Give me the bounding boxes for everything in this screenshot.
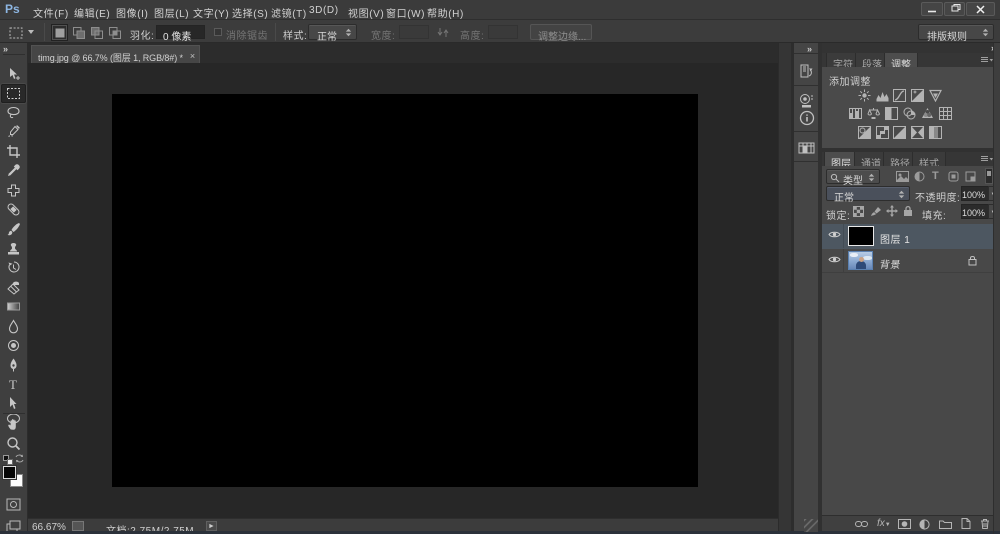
svg-text:T: T bbox=[9, 377, 17, 392]
